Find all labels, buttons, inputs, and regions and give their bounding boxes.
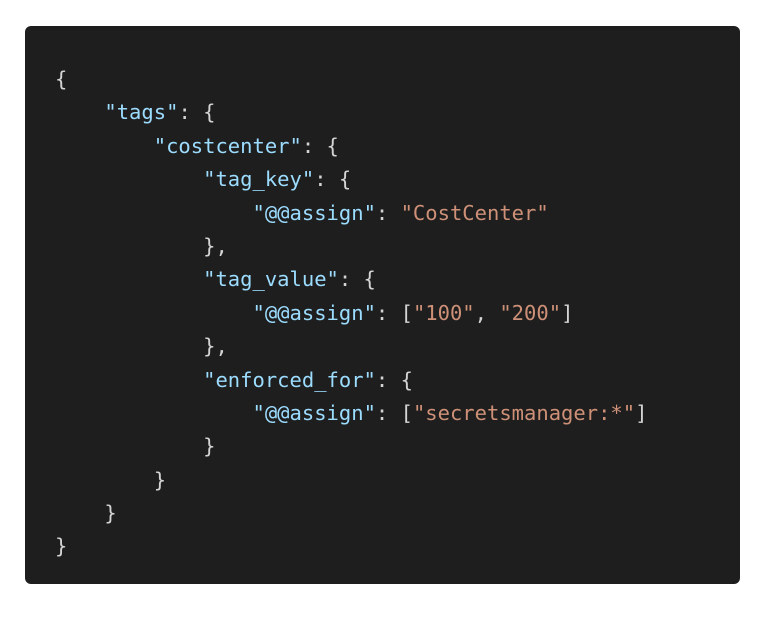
- code-line: }: [55, 430, 647, 463]
- json-punctuation-token: [55, 167, 203, 191]
- code-block: { "tags": { "costcenter": { "tag_key": {…: [55, 63, 647, 564]
- code-line: "@@assign": ["100", "200"]: [55, 297, 647, 330]
- code-line: "enforced_for": {: [55, 364, 647, 397]
- json-punctuation-token: },: [55, 334, 228, 359]
- code-line: }: [55, 464, 647, 497]
- json-punctuation-token: : {: [301, 133, 339, 158]
- json-string-token: "secretsmanager:*": [412, 400, 636, 425]
- json-punctuation-token: : [: [375, 400, 413, 425]
- json-punctuation-token: ]: [635, 400, 648, 425]
- json-string-token: "100": [412, 300, 475, 325]
- json-punctuation-token: ]: [561, 300, 574, 325]
- json-key-token: "tag_value": [203, 267, 339, 292]
- json-string-token: "200": [499, 300, 562, 325]
- json-punctuation-token: [55, 100, 104, 124]
- code-line: "costcenter": {: [55, 130, 647, 163]
- json-punctuation-token: }: [55, 434, 216, 459]
- code-line: "@@assign": "CostCenter": [55, 197, 647, 230]
- json-key-token: "tag_key": [203, 167, 315, 192]
- json-key-token: "@@assign": [252, 300, 376, 325]
- json-punctuation-token: [55, 134, 154, 158]
- json-punctuation-token: }: [55, 467, 167, 492]
- code-line: {: [55, 63, 647, 96]
- json-punctuation-token: }: [55, 501, 117, 526]
- code-line: "tag_value": {: [55, 263, 647, 296]
- json-punctuation-token: },: [55, 233, 228, 258]
- json-punctuation-token: ,: [474, 300, 500, 325]
- json-punctuation-token: : {: [314, 167, 352, 192]
- json-key-token: "@@assign": [252, 400, 376, 425]
- code-line: },: [55, 330, 647, 363]
- code-line: }: [55, 497, 647, 530]
- json-punctuation-token: [55, 368, 203, 392]
- json-punctuation-token: [55, 267, 203, 291]
- code-line: "@@assign": ["secretsmanager:*"]: [55, 397, 647, 430]
- json-key-token: "tags": [104, 100, 179, 125]
- json-punctuation-token: [55, 301, 252, 325]
- json-punctuation-token: {: [55, 67, 68, 91]
- json-punctuation-token: : [: [375, 300, 413, 325]
- json-punctuation-token: [55, 401, 252, 425]
- json-punctuation-token: : {: [178, 100, 216, 125]
- json-key-token: "enforced_for": [203, 367, 376, 392]
- json-punctuation-token: [55, 201, 252, 225]
- code-line: },: [55, 230, 647, 263]
- json-string-token: "CostCenter": [400, 200, 549, 225]
- code-line: }: [55, 530, 647, 563]
- code-line: "tag_key": {: [55, 163, 647, 196]
- json-punctuation-token: :: [375, 200, 401, 225]
- json-key-token: "@@assign": [252, 200, 376, 225]
- json-punctuation-token: }: [55, 534, 68, 559]
- json-punctuation-token: : {: [338, 267, 376, 292]
- code-snippet-panel: { "tags": { "costcenter": { "tag_key": {…: [25, 26, 740, 584]
- code-line: "tags": {: [55, 96, 647, 129]
- json-punctuation-token: : {: [375, 367, 413, 392]
- json-key-token: "costcenter": [153, 133, 302, 158]
